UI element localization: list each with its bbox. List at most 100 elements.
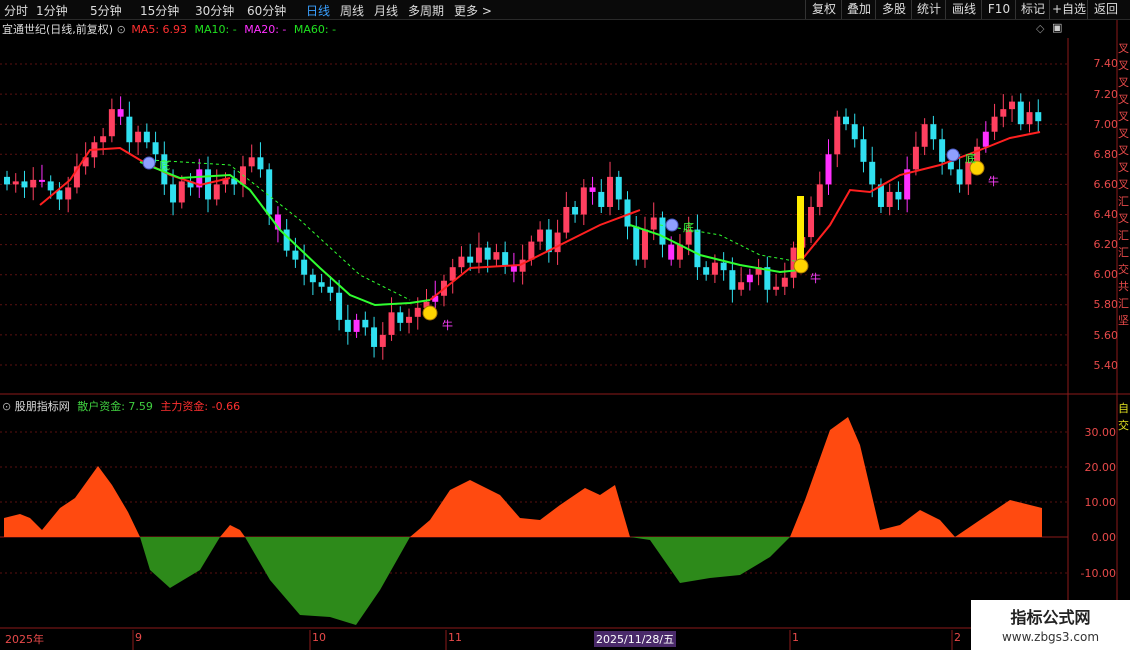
date-label: 1 [792,631,799,644]
face-marker [665,218,679,232]
date-label: 2 [954,631,961,644]
candle-body [117,109,124,117]
price-tick: 7.40 [1093,57,1119,70]
candle-body [493,252,500,260]
candle-body [886,191,893,207]
candle-body [47,181,54,191]
candle-body [729,270,736,290]
candle-body [336,292,343,320]
price-tick: 5.60 [1093,329,1119,342]
candle-body [126,116,133,143]
watermark-title: 指标公式网 [1010,608,1091,627]
candle-body [659,217,666,245]
candle-body [895,191,902,200]
price-tick: 5.80 [1093,298,1119,311]
candle-body [869,161,876,185]
candle-body [816,184,823,207]
candle-body [668,244,675,260]
candle-body [484,247,491,260]
candle-body [1000,109,1007,117]
retail-funds-area [140,537,220,588]
candle-body [947,161,954,170]
candle-body [362,319,369,328]
indicator-tick: 10.00 [1084,496,1117,509]
side-signal-column: 叉叉叉叉叉叉叉叉叉汇叉汇汇交共汇坚 [1118,42,1129,327]
candle-body [257,157,264,170]
price-tick: 6.80 [1093,148,1119,161]
main-funds-area [220,525,245,537]
candle-body [615,176,622,200]
price-tick: 7.00 [1093,118,1119,131]
candle-body [38,179,45,182]
main-funds-area [4,466,140,537]
candle-body [537,229,544,242]
candle-body [580,187,587,215]
ma10-label: MA10: - [194,23,237,36]
candle-body [930,124,937,140]
indicator-tick: 30.00 [1084,426,1117,439]
candle-body [170,184,177,203]
date-label: 11 [448,631,462,644]
signal-bar [797,196,804,260]
candle-body [467,256,474,263]
candle-body [633,226,640,260]
candle-body [1009,101,1016,110]
candle-body [912,146,919,170]
window-toggle-icon[interactable]: ▣ [1052,21,1062,34]
candle-body [108,109,115,137]
candle-body [397,312,404,323]
indicator-title-row: ⊙ 股朋指标网 散户资金: 7.59 主力资金: -0.66 [2,398,240,414]
collapse-icon[interactable]: ⊙ [2,400,11,413]
candle-body [694,229,701,268]
signal-label: 底 [683,221,694,234]
retail-funds-area [630,537,790,583]
candle-body [528,241,535,260]
date-label: 10 [312,631,326,644]
main-funds-area [790,417,1042,537]
indicator-side-column: 自交 [1118,402,1129,432]
candle-body [703,267,710,275]
candle-body [641,229,648,260]
candle-body [266,169,273,215]
price-tick: 5.40 [1093,359,1119,372]
candle-body [711,262,718,275]
candle-body [327,286,334,293]
price-tick: 6.40 [1093,208,1119,221]
collapse-icon[interactable]: ⊙ [117,23,126,36]
candle-body [607,176,614,207]
candle-body [12,181,19,185]
candle-body [834,116,841,155]
candle-body [178,181,185,203]
signal-label: 牛 [442,319,453,332]
watermark-url: www.zbgs3.com [1001,630,1100,644]
candle-body [921,124,928,147]
candle-body [4,176,10,185]
candle-body [502,252,509,266]
candle-body [414,307,421,317]
candle-body [1035,112,1042,122]
kline-chart[interactable] [0,0,1130,650]
price-tick: 6.20 [1093,238,1119,251]
candle-body [248,157,255,167]
smiley-marker [422,305,438,321]
indicator-tick: -10.00 [1080,567,1116,580]
signal-label: 底 [159,159,170,172]
candle-body [292,250,299,260]
diamond-icon[interactable]: ◇ [1036,22,1044,35]
candle-body [21,181,28,188]
candle-body [572,206,579,215]
price-tick: 6.60 [1093,178,1119,191]
ma5-label: MA5: 6.93 [131,23,188,36]
candle-body [30,179,37,188]
candle-body [773,286,780,290]
indicator-tick: 0.00 [1091,531,1117,544]
candle-body [379,334,386,347]
candle-body [589,187,596,192]
retail-funds-label: 散户资金: 7.59 [77,400,153,413]
candle-body [449,267,456,281]
candle-body [956,169,963,185]
candle-body [598,191,605,207]
candle-body [860,139,867,162]
candle-body [991,116,998,132]
candle-body [939,139,946,162]
